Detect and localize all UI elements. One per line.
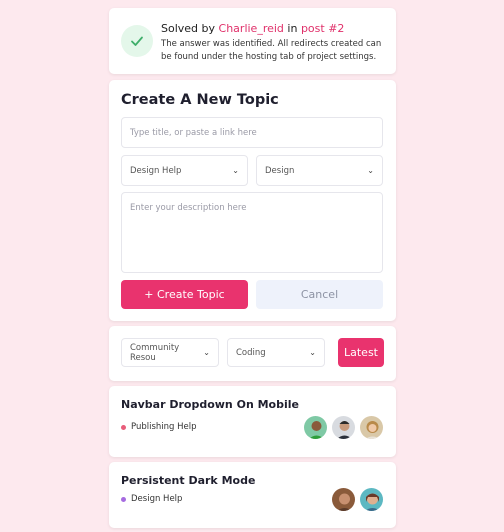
description-textarea[interactable]: Enter your description here bbox=[121, 192, 383, 273]
topic-category: Design Help bbox=[121, 494, 182, 504]
category-filter-value: Community Resou bbox=[130, 342, 180, 363]
solved-heading: Solved by Charlie_reid in post #2 bbox=[161, 22, 344, 35]
description-placeholder: Enter your description here bbox=[130, 203, 247, 213]
participant-avatars bbox=[300, 415, 384, 440]
topic-title[interactable]: Persistent Dark Mode bbox=[121, 474, 255, 487]
chevron-down-icon: ⌄ bbox=[203, 348, 210, 357]
category-dot-icon bbox=[121, 424, 126, 430]
solver-username-link[interactable]: Charlie_reid bbox=[219, 22, 284, 35]
tag-select[interactable]: Design ⌄ bbox=[256, 155, 383, 186]
category-dot-icon bbox=[121, 496, 126, 502]
chevron-down-icon: ⌄ bbox=[367, 166, 374, 175]
solved-card: Solved by Charlie_reid in post #2 The an… bbox=[109, 8, 396, 74]
chevron-down-icon: ⌄ bbox=[232, 166, 239, 175]
solved-mid: in bbox=[287, 22, 298, 35]
topic-category-label: Design Help bbox=[131, 494, 183, 504]
create-topic-button[interactable]: + Create Topic bbox=[121, 280, 248, 309]
avatar[interactable] bbox=[359, 415, 384, 440]
topic-title-placeholder: Type title, or paste a link here bbox=[130, 127, 257, 138]
tag-filter-value: Coding bbox=[236, 347, 266, 358]
topic-card[interactable]: Navbar Dropdown On Mobile Publishing Hel… bbox=[109, 386, 396, 457]
participant-avatars bbox=[328, 487, 384, 512]
tag-select-value: Design bbox=[265, 165, 295, 176]
tag-filter-select[interactable]: Coding ⌄ bbox=[227, 338, 325, 367]
cancel-button[interactable]: Cancel bbox=[256, 280, 383, 309]
chevron-down-icon: ⌄ bbox=[309, 348, 316, 357]
latest-button[interactable]: Latest bbox=[338, 338, 384, 367]
topic-title-input[interactable]: Type title, or paste a link here bbox=[121, 117, 383, 148]
avatar[interactable] bbox=[359, 487, 384, 512]
avatar[interactable] bbox=[331, 487, 356, 512]
create-topic-card: Create A New Topic Type title, or paste … bbox=[109, 80, 396, 321]
filter-card: Community Resou ⌄ Coding ⌄ Latest bbox=[109, 326, 396, 381]
category-select-value: Design Help bbox=[130, 165, 182, 176]
topic-card[interactable]: Persistent Dark Mode Design Help bbox=[109, 462, 396, 528]
category-filter-select[interactable]: Community Resou ⌄ bbox=[121, 338, 219, 367]
solved-prefix: Solved by bbox=[161, 22, 216, 35]
topic-category: Publishing Help bbox=[121, 422, 197, 432]
category-select[interactable]: Design Help ⌄ bbox=[121, 155, 248, 186]
solved-description: The answer was identified. All redirects… bbox=[161, 39, 382, 62]
avatar[interactable] bbox=[331, 415, 356, 440]
topic-category-label: Publishing Help bbox=[131, 422, 197, 432]
check-icon bbox=[121, 25, 153, 57]
create-topic-title: Create A New Topic bbox=[121, 92, 279, 108]
avatar[interactable] bbox=[303, 415, 328, 440]
topic-title[interactable]: Navbar Dropdown On Mobile bbox=[121, 398, 299, 411]
post-link[interactable]: post #2 bbox=[301, 22, 344, 35]
